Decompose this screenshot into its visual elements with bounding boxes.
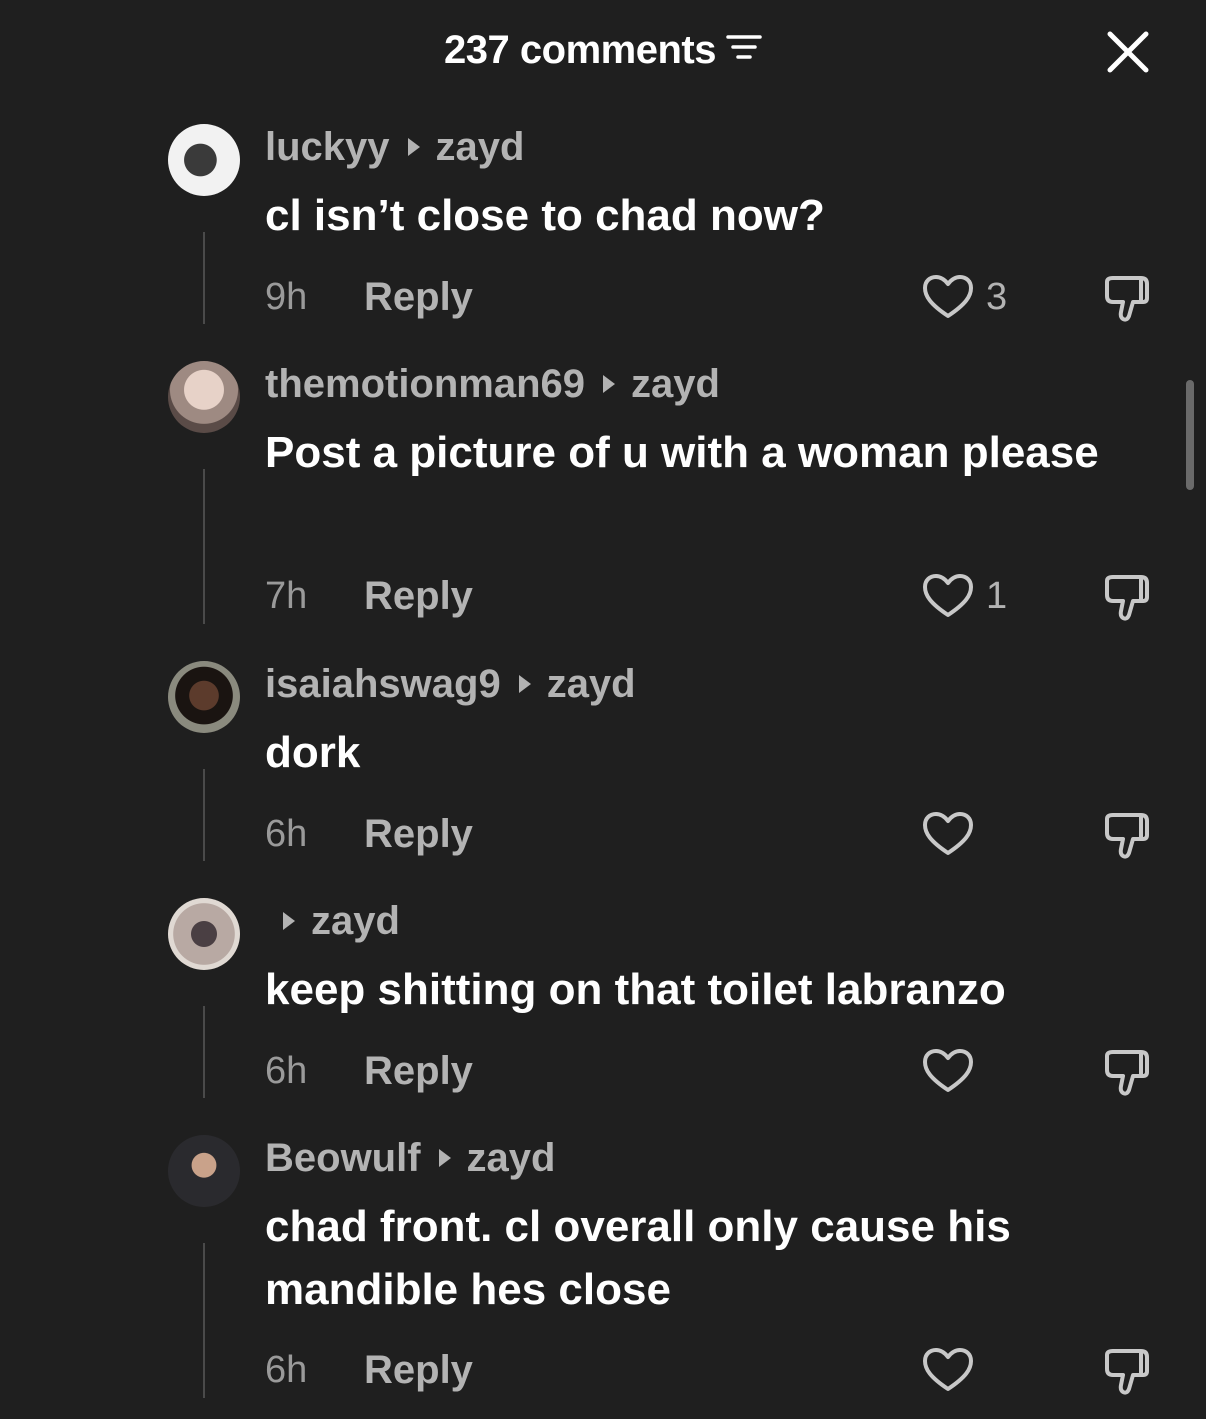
thread-line xyxy=(203,1006,205,1098)
reply-arrow-icon xyxy=(603,375,616,394)
comment-meta: 6h Reply xyxy=(265,1345,1165,1395)
avatar[interactable] xyxy=(168,898,240,970)
reply-arrow-icon xyxy=(438,1149,451,1168)
heart-icon xyxy=(923,812,973,855)
reply-to-username[interactable]: zayd xyxy=(547,662,636,706)
reply-button[interactable]: Reply xyxy=(364,571,473,621)
reply-to-username[interactable]: zayd xyxy=(436,125,525,169)
like-button[interactable]: 3 xyxy=(922,272,1042,322)
like-button[interactable]: 1 xyxy=(922,571,1042,621)
comment-meta: 7h Reply 1 xyxy=(265,571,1165,621)
thumbs-down-icon xyxy=(1105,1050,1149,1096)
comment-author-line: luckyy zayd xyxy=(265,122,524,172)
thumbs-down-icon xyxy=(1105,1349,1149,1395)
dislike-button[interactable] xyxy=(1101,1048,1157,1100)
dislike-button[interactable] xyxy=(1101,811,1157,863)
comments-count-title: 237 comments xyxy=(444,28,716,72)
reply-arrow-icon xyxy=(283,912,295,931)
close-icon xyxy=(1107,31,1149,73)
like-button[interactable] xyxy=(922,1046,1042,1096)
comments-header: 237 comments xyxy=(0,0,1206,100)
comment-time: 6h xyxy=(265,1050,308,1092)
avatar[interactable] xyxy=(168,1135,240,1207)
avatar[interactable] xyxy=(168,661,240,733)
thread-line xyxy=(203,469,205,624)
comment-author-line: themotionman69 zayd xyxy=(265,359,720,409)
scrollbar[interactable] xyxy=(1186,380,1194,490)
like-button[interactable] xyxy=(922,1345,1042,1395)
like-button[interactable] xyxy=(922,809,1042,859)
reply-to-username[interactable]: zayd xyxy=(467,1136,556,1180)
comment-author-line: isaiahswag9 zayd xyxy=(265,659,636,709)
comment-author-line: zayd xyxy=(265,896,400,946)
thread-line xyxy=(203,232,205,324)
avatar[interactable] xyxy=(168,361,240,433)
like-count: 1 xyxy=(986,575,1008,617)
comment-text: dork xyxy=(265,728,361,777)
comment-text: Post a picture of u with a woman please xyxy=(265,428,1099,477)
thumbs-down-icon xyxy=(1105,813,1149,859)
reply-arrow-icon xyxy=(518,675,531,694)
reply-to-username[interactable]: zayd xyxy=(631,362,720,406)
reply-button[interactable]: Reply xyxy=(364,1046,473,1096)
avatar[interactable] xyxy=(168,124,240,196)
comment-meta: 6h Reply xyxy=(265,809,1165,859)
dislike-button[interactable] xyxy=(1101,1347,1157,1399)
like-count: 3 xyxy=(986,276,1008,318)
heart-icon xyxy=(923,1049,973,1092)
dislike-button[interactable] xyxy=(1101,573,1157,625)
reply-to-username[interactable]: zayd xyxy=(311,899,400,943)
dislike-button[interactable] xyxy=(1101,274,1157,326)
close-button[interactable] xyxy=(1106,30,1150,74)
comment-meta: 6h Reply xyxy=(265,1046,1165,1096)
reply-button[interactable]: Reply xyxy=(364,272,473,322)
thread-line xyxy=(203,769,205,861)
comment-meta: 9h Reply 3 xyxy=(265,272,1165,322)
comment-text: keep shitting on that toilet labranzo xyxy=(265,965,1006,1014)
comment-username[interactable]: themotionman69 xyxy=(265,362,585,406)
comment-time: 7h xyxy=(265,575,308,617)
thread-line xyxy=(203,1243,205,1398)
sort-lines-icon[interactable] xyxy=(726,27,762,72)
reply-button[interactable]: Reply xyxy=(364,1345,473,1395)
reply-button[interactable]: Reply xyxy=(364,809,473,859)
comment-username[interactable]: luckyy xyxy=(265,125,390,169)
heart-icon xyxy=(923,1348,973,1391)
heart-icon xyxy=(923,275,973,318)
comment-text: cl isn’t close to chad now? xyxy=(265,191,825,240)
heart-icon xyxy=(923,574,973,617)
comment-username[interactable]: isaiahswag9 xyxy=(265,662,501,706)
comment-time: 6h xyxy=(265,1349,308,1391)
comment-time: 6h xyxy=(265,813,308,855)
comment-time: 9h xyxy=(265,276,308,318)
comment-text: chad front. cl overall only cause his ma… xyxy=(265,1202,1011,1314)
comment-username[interactable]: Beowulf xyxy=(265,1136,421,1180)
thumbs-down-icon xyxy=(1105,575,1149,621)
comment-author-line: Beowulf zayd xyxy=(265,1133,555,1183)
reply-arrow-icon xyxy=(407,138,420,157)
comments-title-row[interactable]: 237 comments xyxy=(0,28,1206,73)
thumbs-down-icon xyxy=(1105,276,1149,322)
